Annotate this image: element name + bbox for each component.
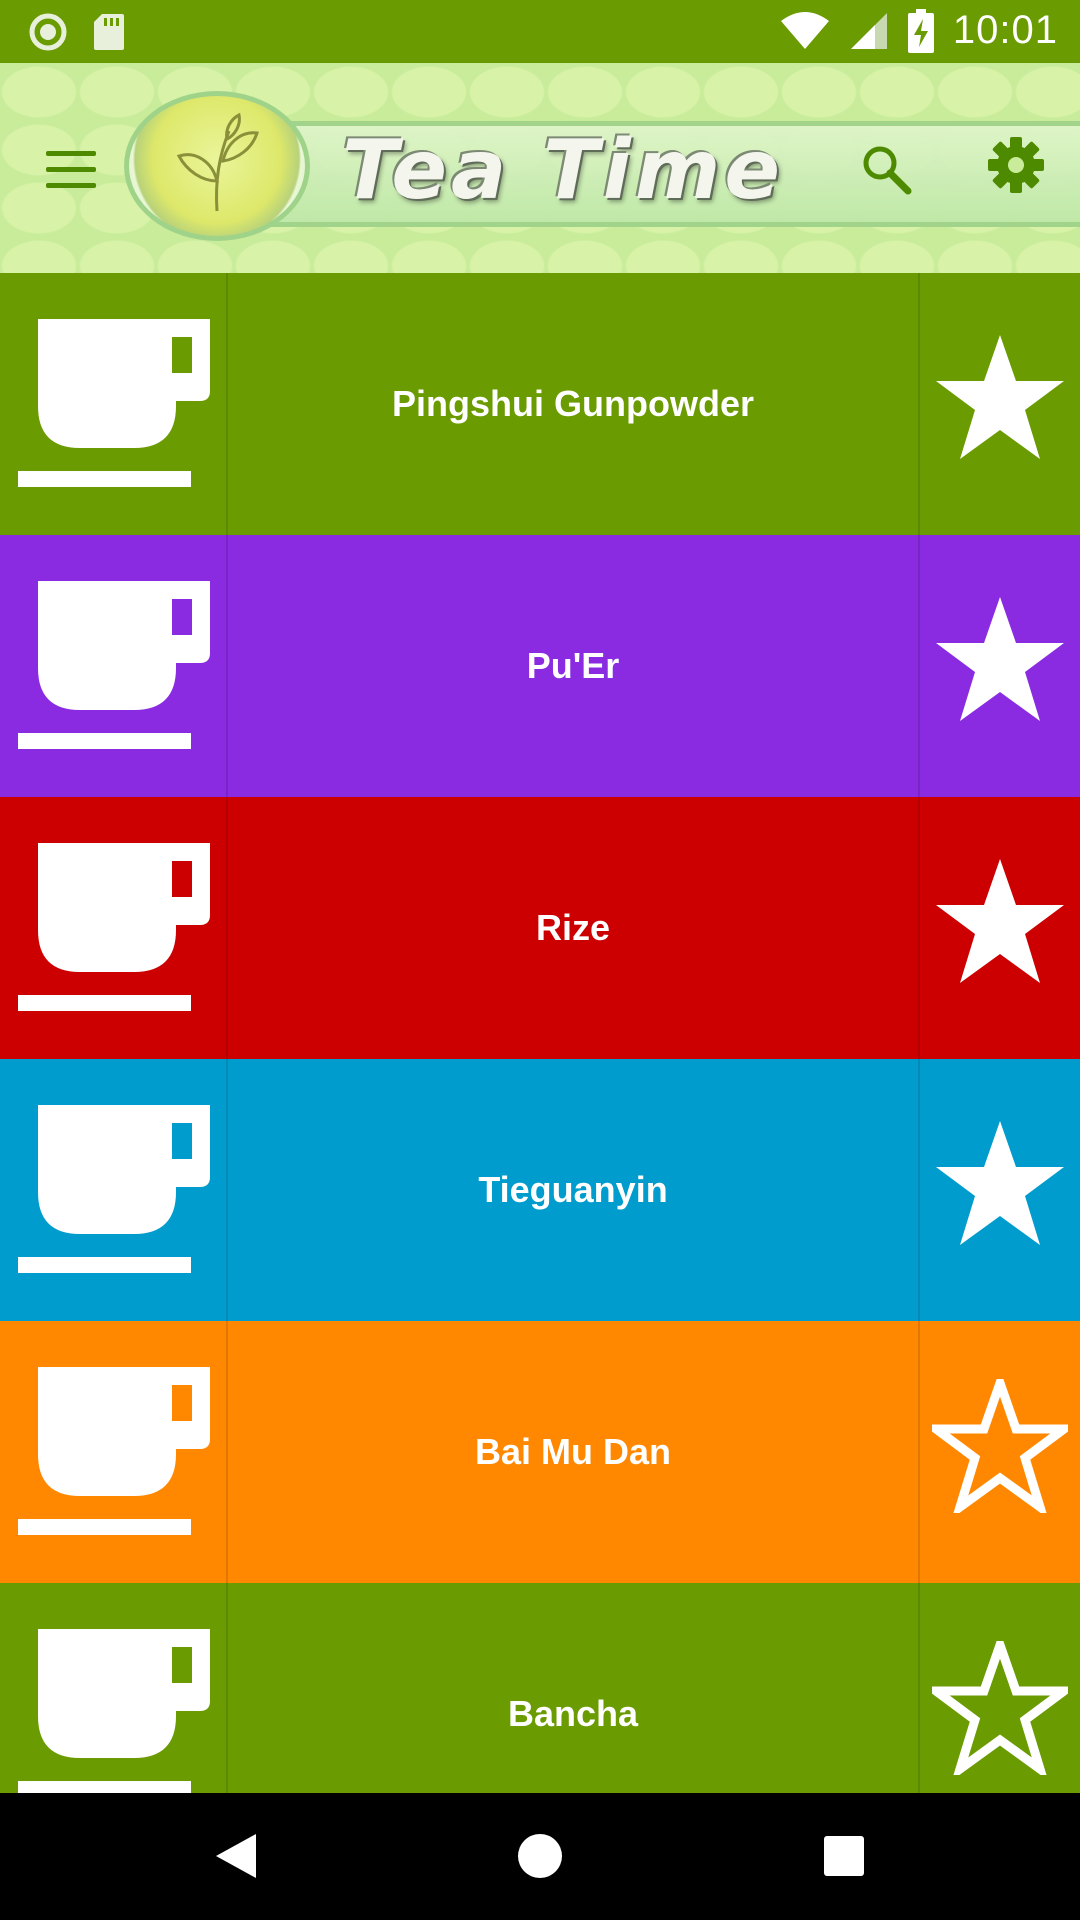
menu-line [46,167,96,172]
favorite-toggle[interactable] [918,1321,1080,1583]
tea-cup-cell [0,1059,228,1321]
home-icon [518,1834,562,1878]
tea-row[interactable]: Bancha [0,1583,1080,1793]
star-outline-icon [932,1641,1068,1775]
star-outline-icon [932,1379,1068,1513]
system-nav-bar [0,1793,1080,1920]
tea-cup-cell [0,797,228,1059]
tea-cup-icon [18,581,210,749]
tea-cup-icon [18,1367,210,1535]
tea-cup-icon [18,1629,210,1793]
settings-button[interactable] [984,133,1048,197]
favorite-toggle[interactable] [918,797,1080,1059]
menu-line [46,183,96,188]
tea-row[interactable]: Rize [0,797,1080,1059]
tea-name: Tieguanyin [478,1169,668,1210]
tea-cup-icon [18,319,210,487]
tea-cup-icon [18,843,210,1011]
hamburger-menu-button[interactable] [46,151,100,191]
tea-leaf-icon [176,112,259,212]
favorite-toggle[interactable] [918,535,1080,797]
app-bar: Tea Time [0,63,1080,273]
record-icon [29,13,67,51]
tea-row[interactable]: Pu'Er [0,535,1080,797]
home-button[interactable] [510,1826,570,1890]
battery-charging-icon [907,8,934,53]
star-filled-icon [936,1121,1064,1245]
tea-list: Pingshui Gunpowder Pu'Er Rize Tieguanyin… [0,273,1080,1793]
tea-row[interactable]: Pingshui Gunpowder [0,273,1080,535]
hamburger-menu-icon [46,151,96,156]
tea-cup-icon [18,1105,210,1273]
search-icon [863,146,912,195]
search-button[interactable] [858,141,918,201]
tea-name: Pingshui Gunpowder [392,383,754,424]
tea-cup-cell [0,535,228,797]
tea-leaf-logo [124,91,310,241]
cell-signal-icon [850,12,887,49]
tea-name: Bancha [507,1693,639,1734]
tea-cup-cell [0,1583,228,1793]
recents-icon [824,1836,864,1876]
status-time: 10:01 [952,8,1058,52]
tea-cup-cell [0,273,228,535]
gear-icon [988,137,1044,193]
tea-row[interactable]: Tieguanyin [0,1059,1080,1321]
tea-cup-cell [0,1321,228,1583]
favorite-toggle[interactable] [918,273,1080,535]
app-title: Tea Time [342,123,784,218]
star-filled-icon [936,859,1064,983]
tea-row[interactable]: Bai Mu Dan [0,1321,1080,1583]
favorite-toggle[interactable] [918,1059,1080,1321]
tea-name: Pu'Er [526,645,620,686]
star-filled-icon [936,335,1064,459]
status-bar: 10:01 [0,0,1080,63]
back-icon [216,1834,256,1878]
back-button[interactable] [208,1826,268,1890]
recents-button[interactable] [814,1826,874,1890]
sd-card-icon [94,14,124,50]
wifi-icon [780,11,829,49]
tea-name: Rize [535,907,611,948]
tea-name: Bai Mu Dan [474,1431,671,1472]
star-filled-icon [936,597,1064,721]
favorite-toggle[interactable] [918,1583,1080,1793]
